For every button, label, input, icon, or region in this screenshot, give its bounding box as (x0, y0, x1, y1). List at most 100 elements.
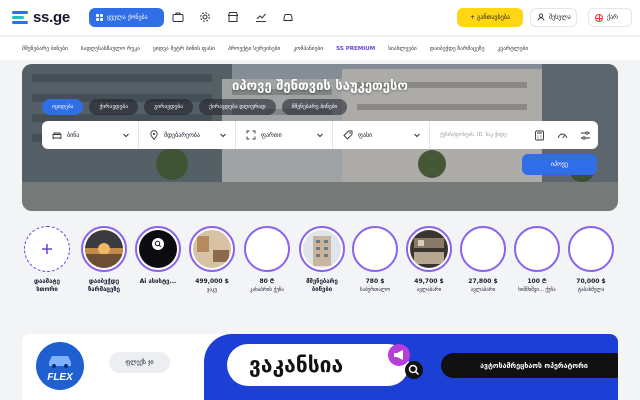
tab-for-rent[interactable]: ქირავდება (89, 99, 139, 115)
price-tag-icon (343, 130, 353, 140)
price-select[interactable]: ფასი (333, 121, 430, 149)
story-thumbnail (139, 230, 177, 268)
story-subtitle: ტაბახმელა (577, 287, 605, 293)
car-icon[interactable] (282, 11, 294, 23)
story-title: Ai ასისტე... (139, 278, 177, 285)
flex-logo: FLEX (36, 342, 84, 390)
property-type-select[interactable]: ბინა (42, 121, 139, 149)
hero-title: იპოვე შენთვის საუკეთესო (232, 79, 408, 94)
story-title: 499,000 $ (195, 278, 229, 285)
all-categories-button[interactable]: ყველა ქონება (89, 8, 164, 27)
story-item[interactable]: 780 $ საბურთალო (350, 226, 400, 294)
story-item[interactable]: 100 ₾ ხიშმიშვი... ქუჩა (512, 226, 562, 294)
story-subtitle: ხიშმიშვი... ქუჩა (518, 287, 556, 293)
chevron-down-icon (414, 133, 420, 138)
price-value: ფასი (358, 131, 373, 139)
story-item[interactable]: 499,000 $ ვაკე (187, 226, 237, 294)
story-thumbnail (248, 230, 286, 268)
story-title: 70,000 $ (576, 278, 606, 285)
subnav-item-price-per-meter[interactable]: ყიდვა მეტრ ბინის ფასი (153, 46, 215, 52)
gear-icon[interactable] (199, 11, 211, 23)
add-listing-button[interactable]: + განთავსება (457, 8, 523, 27)
briefcase-icon[interactable] (172, 11, 184, 23)
search-tools (530, 130, 591, 141)
subnav-item-news[interactable]: სიახლეები (388, 46, 417, 52)
location-value: მდებარეობა (164, 131, 200, 139)
add-story-button[interactable] (24, 226, 70, 272)
hero-search-section: იპოვე შენთვის საუკეთესო იყიდება ქირავდებ… (22, 64, 618, 211)
search-bar: ბინა მდებარეობა ფართი ფასი ქუჩის/ფოსტის,… (42, 121, 598, 149)
tab-daily-rent[interactable]: ქირავდება დღიურად (199, 99, 276, 115)
search-button[interactable]: იპოვე (522, 154, 597, 175)
job-role-label: ავტოსამრეცხაოს ოპერატორი (441, 353, 618, 378)
flex-button[interactable]: ფლექს ჯი (109, 352, 170, 373)
subnav-item-companies[interactable]: კომპანიები (293, 46, 323, 52)
login-button[interactable]: შესვლა (530, 8, 577, 27)
language-label: ქარ (607, 14, 618, 21)
keyword-search-input[interactable]: ქუჩის/ფოსტის, ID, ნაკ ჭიდე (430, 121, 530, 149)
chevron-down-icon (123, 133, 129, 138)
tab-for-sale[interactable]: იყიდება (42, 99, 84, 115)
grid-icon (96, 14, 103, 21)
area-select[interactable]: ფართი (236, 121, 333, 149)
chart-icon[interactable] (255, 11, 267, 23)
story-title: 49,700 $ (414, 278, 444, 285)
story-thumbnail (464, 230, 502, 268)
subnav-item-premium[interactable]: SS PREMIUM (336, 46, 375, 52)
story-thumbnail (85, 230, 123, 268)
logo-icon (12, 10, 30, 25)
promo-banner[interactable]: FLEX ფლექს ჯი ვაკანსია ავტოსამრეცხაოს ოპ… (22, 334, 618, 400)
tab-mortgage[interactable]: გირავდება (144, 99, 194, 115)
subnav-item-services[interactable]: პროექტი სერვისები (228, 46, 280, 52)
location-select[interactable]: მდებარეობა (139, 121, 236, 149)
tab-new-buildings[interactable]: მშენებარე ბინები (281, 99, 348, 115)
subnav-item-holiday-map[interactable]: სადღესასწაულო რუკა (81, 46, 140, 52)
subnav-item-print[interactable]: დაიბეჭდე ზარმაცეზე (430, 46, 485, 52)
subnav-item-districts[interactable]: კვარტლები (497, 46, 528, 52)
property-type-value: ბინა (67, 131, 80, 139)
story-title: 27,800 $ (468, 278, 498, 285)
story-thumbnail (193, 230, 231, 268)
story-title: 780 $ (365, 278, 385, 285)
top-header: ss.ge ყველა ქონება + განთავსება შესვლა ქ… (0, 0, 640, 35)
logo-text: ss.ge (33, 9, 70, 26)
language-switch[interactable]: ქარ (588, 8, 632, 27)
site-logo[interactable]: ss.ge (12, 9, 70, 26)
deal-type-tabs: იყიდება ქირავდება გირავდება ქირავდება დღ… (42, 99, 348, 115)
area-value: ფართი (261, 131, 282, 139)
story-add[interactable]: დაამატე სთორი (22, 226, 72, 294)
story-item[interactable]: 70,000 $ ტაბახმელა (566, 226, 616, 294)
user-icon (537, 12, 545, 23)
location-pin-icon (150, 130, 158, 140)
story-title: მშენებარე (306, 278, 338, 285)
shop-icon[interactable] (227, 11, 239, 23)
story-thumbnail (518, 230, 556, 268)
secondary-nav: მშენებარე ბინები სადღესასწაულო რუკა ყიდვ… (0, 36, 640, 60)
magnifier-icon (405, 361, 423, 379)
story-subtitle: სთორი (36, 286, 58, 293)
story-subtitle: ზარმაცეზე (88, 286, 120, 293)
story-item[interactable]: 49,700 $ ავლაბარი (404, 226, 454, 294)
story-item[interactable]: Ai ასისტე... (133, 226, 183, 286)
car-icon (49, 356, 71, 368)
story-subtitle: ვაკე (206, 287, 218, 293)
story-item[interactable]: დაიბეჭდე ზარმაცეზე (79, 226, 129, 294)
speedometer-icon[interactable] (557, 130, 568, 141)
story-item[interactable]: მშენებარე ბინები (297, 226, 347, 294)
plus-icon (42, 244, 52, 254)
calculator-icon[interactable] (534, 130, 545, 141)
story-title: დაამატე (34, 278, 60, 285)
story-title: 80 ₾ (259, 278, 275, 285)
story-thumbnail (410, 230, 448, 268)
story-subtitle: საბურთალო (359, 287, 391, 293)
subnav-item-new-buildings[interactable]: მშენებარე ბინები (22, 46, 68, 52)
story-item[interactable]: 80 ₾ კახაბრის ქუჩა (242, 226, 292, 294)
story-item[interactable]: 27,800 $ ავლაბარი (458, 226, 508, 294)
login-label: შესვლა (549, 14, 571, 21)
story-subtitle: ავლაბარი (416, 287, 442, 293)
expand-icon (246, 130, 256, 140)
filter-icon[interactable] (580, 130, 591, 141)
vacancy-headline: ვაკანსია (227, 344, 409, 386)
story-thumbnail (572, 230, 610, 268)
georgia-flag-icon (595, 13, 603, 22)
